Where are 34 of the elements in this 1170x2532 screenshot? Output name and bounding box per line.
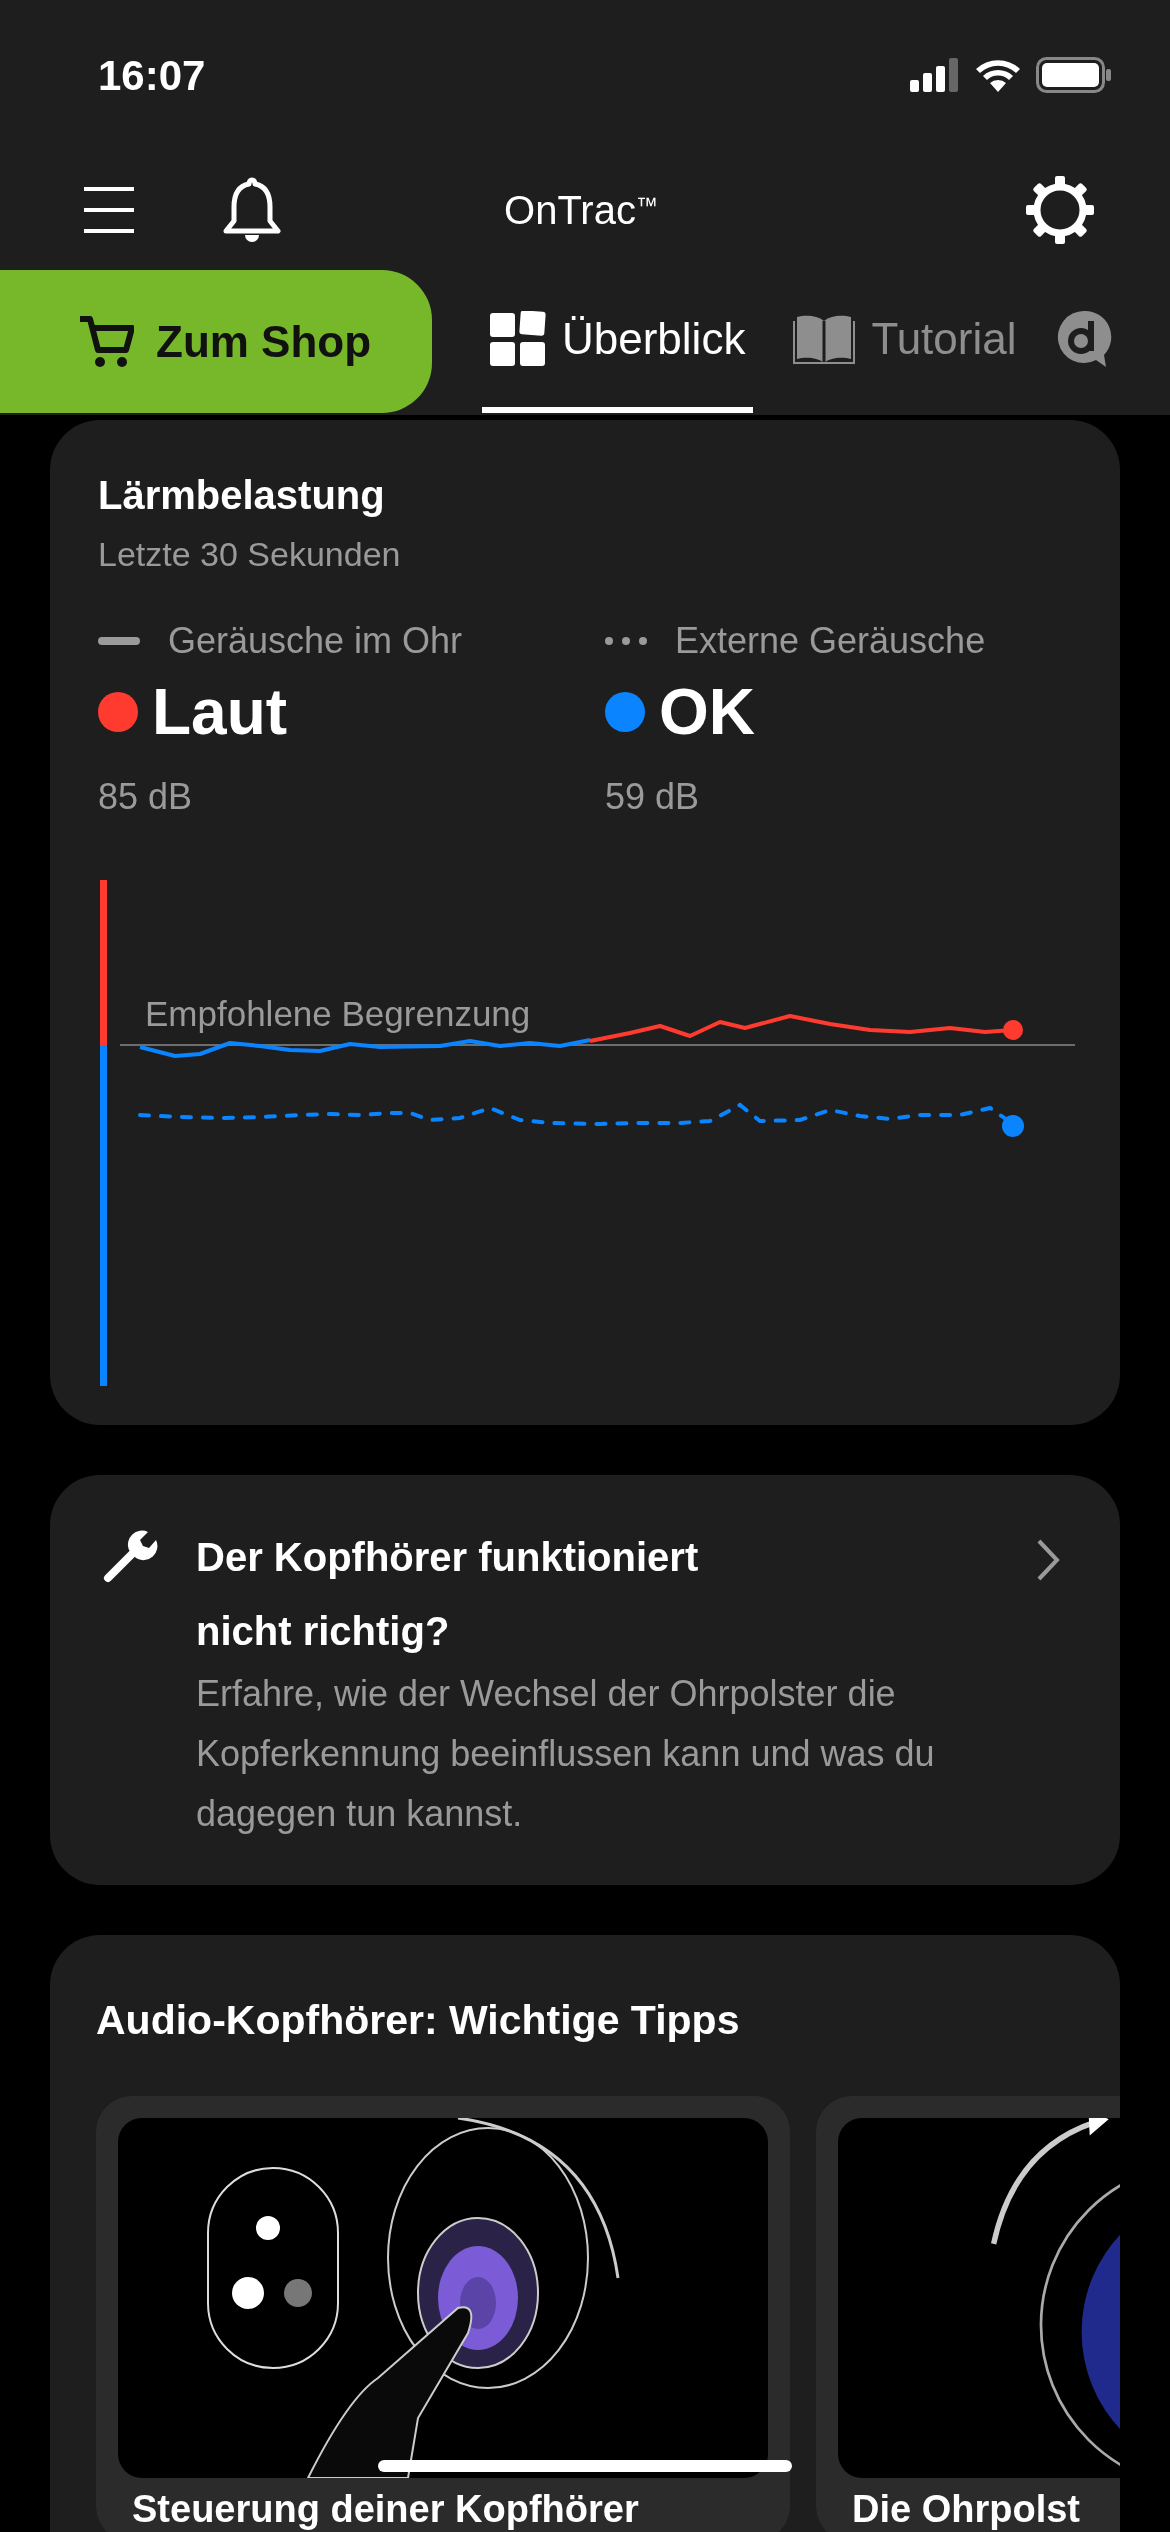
- wrench-icon: [102, 1528, 158, 1584]
- status-text: OK: [659, 675, 755, 750]
- menu-button[interactable]: [84, 185, 134, 235]
- tip-card[interactable]: Steuerung deiner Kopfhörer: [96, 2095, 790, 2532]
- status-time: 16:07: [98, 50, 206, 101]
- help-text: Erfahre, wie der Wechsel der Ohrpolster die Kopferkennung beeinflussen kann und was du dagegen tun kannst.: [196, 1672, 936, 1836]
- help-card[interactable]: Der Kopfhörer funktioniert nicht richtig? Erfahre, wie der Wechsel der Ohrpolster die Kopferkennung beeinflussen kann und was du dagegen tun kannst.: [50, 1475, 1120, 1885]
- tips-title: Audio-Kopfhörer: Wichtige Tipps: [96, 1996, 741, 2045]
- bell-icon[interactable]: [222, 177, 282, 243]
- grid-icon: [490, 310, 546, 367]
- db-reading: 85 dB: [98, 775, 194, 819]
- legend-label: Externe Geräusche: [675, 619, 986, 663]
- wifi-icon: [974, 58, 1022, 92]
- tab[interactable]: Überblick: [482, 270, 754, 413]
- status-text: Laut: [152, 675, 288, 750]
- battery-icon: [1036, 57, 1112, 93]
- shop-button[interactable]: Zum Shop: [0, 270, 432, 413]
- legend-label: Geräusche im Ohr: [168, 619, 463, 663]
- settings-icon[interactable]: [1026, 176, 1094, 244]
- cart-icon: [78, 313, 134, 370]
- dotted-line-icon: [605, 637, 647, 645]
- app-title: OnTrac$^{™}$: [504, 187, 658, 234]
- tip-title: Die Ohrpolst: [852, 2486, 1082, 2532]
- signal-icon: [910, 58, 960, 92]
- chevron-right-icon: [1036, 1538, 1060, 1582]
- tip-card[interactable]: Die Ohrpolst: [816, 2095, 1120, 2532]
- chat-icon: [1056, 308, 1113, 369]
- tab[interactable]: Tutorial: [793, 270, 1017, 413]
- card-subtitle: Letzte 30 Sekunden: [98, 534, 402, 574]
- help-title: Der Kopfhörer funktioniert nicht richtig?: [196, 1534, 700, 1655]
- limit-label: Empfohlene Begrenzung: [145, 994, 531, 1033]
- tip-title: Steuerung deiner Kopfhörer: [132, 2486, 640, 2532]
- card-title: Lärmbelastung: [98, 472, 386, 519]
- db-reading: 59 dB: [605, 775, 701, 819]
